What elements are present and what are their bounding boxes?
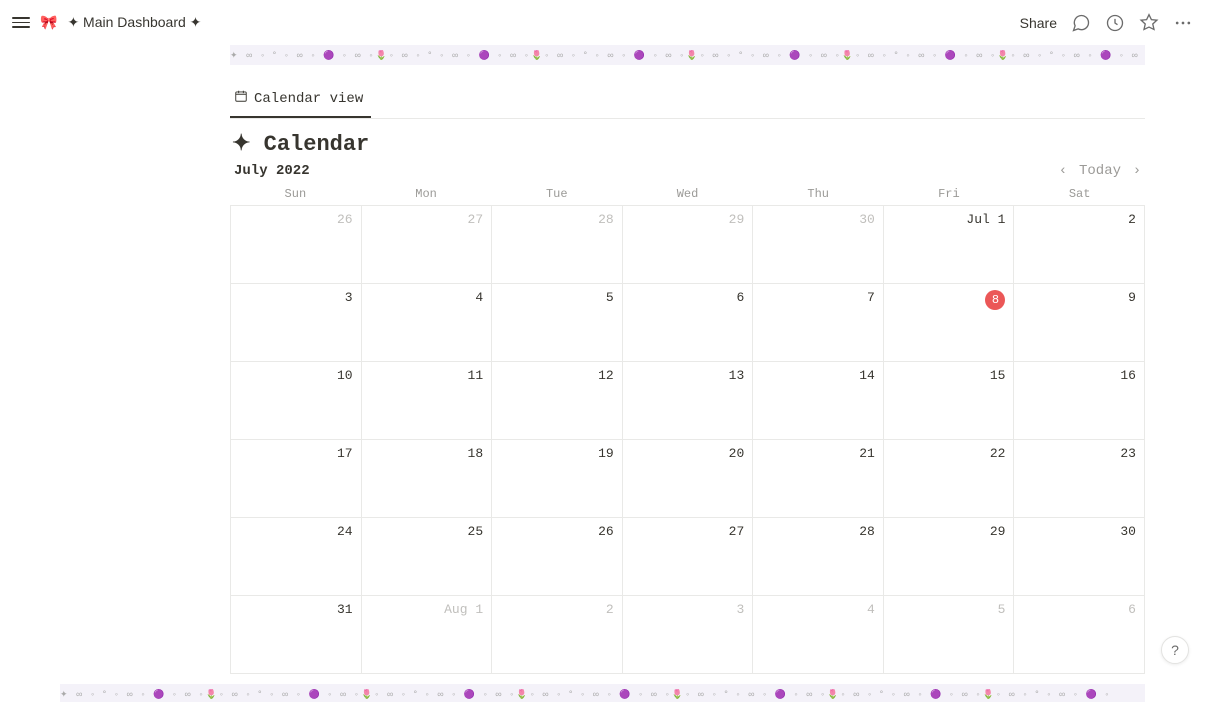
- weekday-label: Tue: [491, 183, 622, 205]
- more-icon[interactable]: [1173, 13, 1193, 33]
- calendar-cell[interactable]: 4: [362, 284, 493, 362]
- calendar-cell[interactable]: 24: [231, 518, 362, 596]
- calendar-cell[interactable]: 30: [753, 206, 884, 284]
- calendar-cell[interactable]: 5: [492, 284, 623, 362]
- calendar-cell[interactable]: 17: [231, 440, 362, 518]
- calendar-cell[interactable]: 27: [623, 518, 754, 596]
- calendar-cell[interactable]: 26: [492, 518, 623, 596]
- calendar-cell[interactable]: 22: [884, 440, 1015, 518]
- page-title: ✦ Calendar: [232, 131, 1145, 157]
- calendar-cell[interactable]: 30: [1014, 518, 1145, 596]
- updates-icon[interactable]: [1105, 13, 1125, 33]
- breadcrumb-title[interactable]: ✦ Main Dashboard ✦: [67, 14, 201, 31]
- calendar-cell[interactable]: Aug 1: [362, 596, 493, 674]
- next-month-button[interactable]: ›: [1129, 163, 1145, 179]
- today-marker: 8: [985, 290, 1005, 310]
- calendar-cell[interactable]: Jul 1: [884, 206, 1015, 284]
- calendar-cell[interactable]: 13: [623, 362, 754, 440]
- calendar-cell[interactable]: 7: [753, 284, 884, 362]
- decorative-banner-bottom: ✦ ∞ ◦ ° ◦ ∞ ◦ 🟣 ◦ ∞ ◦🌷◦ ∞ ◦ ° ◦ ∞ ◦ 🟣 ◦ …: [60, 684, 1145, 702]
- calendar-cell[interactable]: 19: [492, 440, 623, 518]
- calendar-cell[interactable]: 3: [623, 596, 754, 674]
- weekday-label: Mon: [361, 183, 492, 205]
- calendar-cell[interactable]: 2: [492, 596, 623, 674]
- month-label: July 2022: [234, 163, 310, 179]
- share-button[interactable]: Share: [1020, 15, 1057, 31]
- view-tabs: Calendar view: [230, 83, 1145, 119]
- calendar-cell[interactable]: 6: [1014, 596, 1145, 674]
- decorative-banner-top: ✦ ∞ ◦ ° ◦ ∞ ◦ 🟣 ◦ ∞ ◦🌷◦ ∞ ◦ ° ◦ ∞ ◦ 🟣 ◦ …: [230, 45, 1145, 65]
- weekday-label: Thu: [753, 183, 884, 205]
- calendar-cell[interactable]: 3: [231, 284, 362, 362]
- comments-icon[interactable]: [1071, 13, 1091, 33]
- menu-icon[interactable]: [12, 14, 30, 32]
- weekday-header: SunMonTueWedThuFriSat: [230, 183, 1145, 205]
- calendar-cell[interactable]: 28: [753, 518, 884, 596]
- calendar-cell[interactable]: 2: [1014, 206, 1145, 284]
- calendar-cell[interactable]: 28: [492, 206, 623, 284]
- weekday-label: Sun: [230, 183, 361, 205]
- calendar-cell[interactable]: 20: [623, 440, 754, 518]
- topbar: 🎀 ✦ Main Dashboard ✦ Share: [0, 0, 1205, 45]
- help-button[interactable]: ?: [1161, 636, 1189, 664]
- weekday-label: Wed: [622, 183, 753, 205]
- tab-calendar-view[interactable]: Calendar view: [230, 83, 371, 118]
- calendar-cell[interactable]: 5: [884, 596, 1015, 674]
- calendar-cell[interactable]: 27: [362, 206, 493, 284]
- calendar-cell[interactable]: 10: [231, 362, 362, 440]
- favorite-icon[interactable]: [1139, 13, 1159, 33]
- calendar-cell[interactable]: 15: [884, 362, 1015, 440]
- calendar-cell[interactable]: 29: [623, 206, 754, 284]
- calendar-cell[interactable]: 21: [753, 440, 884, 518]
- calendar-cell[interactable]: 11: [362, 362, 493, 440]
- tab-label: Calendar view: [254, 91, 363, 107]
- calendar-cell[interactable]: 26: [231, 206, 362, 284]
- calendar-cell[interactable]: 12: [492, 362, 623, 440]
- calendar-cell[interactable]: 16: [1014, 362, 1145, 440]
- calendar-cell[interactable]: 9: [1014, 284, 1145, 362]
- calendar-cell[interactable]: 14: [753, 362, 884, 440]
- calendar-grid: 2627282930Jul 12345678910111213141516171…: [230, 205, 1145, 674]
- calendar-cell[interactable]: 31: [231, 596, 362, 674]
- calendar-cell[interactable]: 29: [884, 518, 1015, 596]
- calendar-cell[interactable]: 25: [362, 518, 493, 596]
- calendar-cell[interactable]: 8: [884, 284, 1015, 362]
- page-icon: 🎀: [40, 14, 57, 31]
- prev-month-button[interactable]: ‹: [1055, 163, 1071, 179]
- calendar-cell[interactable]: 4: [753, 596, 884, 674]
- calendar-cell[interactable]: 23: [1014, 440, 1145, 518]
- weekday-label: Sat: [1014, 183, 1145, 205]
- calendar-icon: [234, 89, 248, 108]
- calendar-cell[interactable]: 18: [362, 440, 493, 518]
- weekday-label: Fri: [884, 183, 1015, 205]
- today-button[interactable]: Today: [1079, 163, 1121, 179]
- calendar-cell[interactable]: 6: [623, 284, 754, 362]
